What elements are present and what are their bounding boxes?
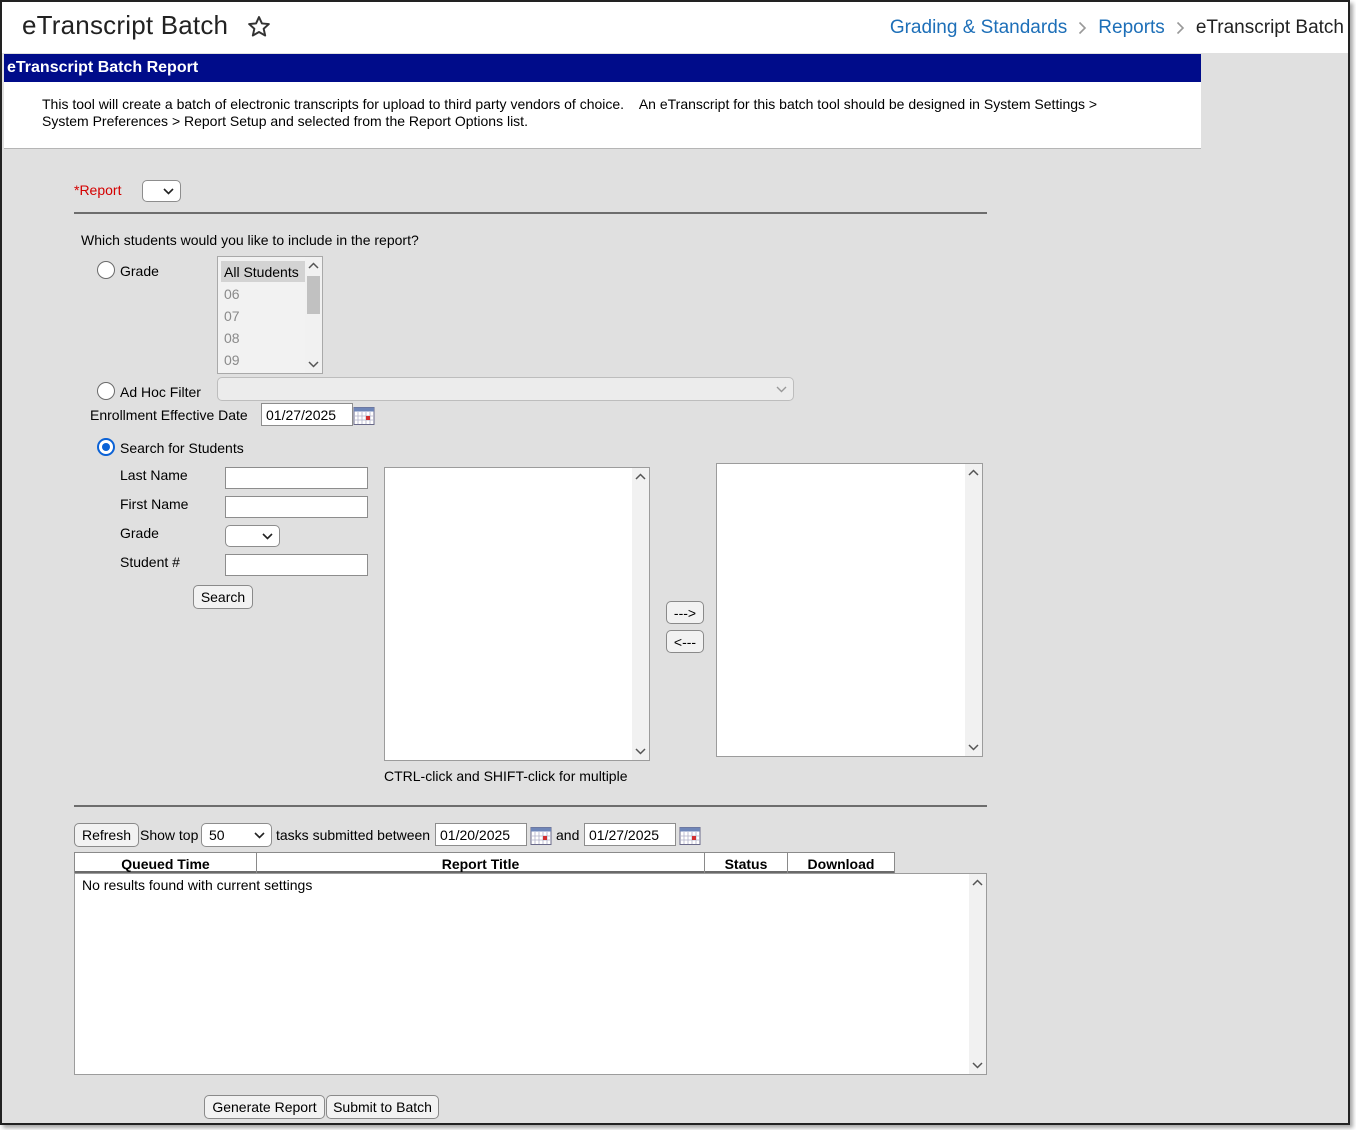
table-scrollbar[interactable] <box>969 874 986 1074</box>
grade-search-label: Grade <box>120 525 159 541</box>
calendar-icon[interactable] <box>530 826 552 846</box>
show-top-select[interactable]: 50 <box>201 823 272 847</box>
description-line-1: This tool will create a batch of electro… <box>42 96 1098 112</box>
start-date-input[interactable]: 01/20/2025 <box>435 823 527 846</box>
search-button[interactable]: Search <box>193 585 253 609</box>
batch-table-header: Queued Time Report Title Status Download <box>74 852 895 873</box>
grade-option[interactable]: 09 <box>221 349 305 370</box>
show-top-value: 50 <box>209 827 225 843</box>
report-select[interactable] <box>142 180 181 202</box>
divider <box>74 805 987 807</box>
chevron-down-icon[interactable] <box>308 361 319 368</box>
grade-option[interactable]: All Students <box>221 261 305 282</box>
chevron-down-icon <box>262 533 273 540</box>
chevron-up-icon[interactable] <box>972 879 983 886</box>
breadcrumb-grading-standards[interactable]: Grading & Standards <box>890 17 1067 39</box>
chevron-down-icon <box>776 386 787 393</box>
grade-listbox[interactable]: All Students 06 07 08 09 <box>217 256 323 374</box>
adhoc-radio-label: Ad Hoc Filter <box>120 384 201 400</box>
calendar-icon[interactable] <box>679 826 701 846</box>
last-name-input[interactable] <box>225 467 368 489</box>
search-students-label: Search for Students <box>120 440 244 456</box>
chevron-right-icon <box>1176 21 1185 35</box>
search-students-radio[interactable] <box>97 438 115 456</box>
remove-student-button[interactable]: <--- <box>666 630 704 653</box>
grade-option[interactable]: 08 <box>221 327 305 348</box>
adhoc-filter-select[interactable] <box>217 377 794 401</box>
description-line-2: System Preferences > Report Setup and se… <box>42 113 528 129</box>
chevron-down-icon[interactable] <box>968 744 979 751</box>
grade-scrollbar[interactable] <box>305 257 322 373</box>
enrollment-date-label: Enrollment Effective Date <box>90 407 248 423</box>
chevron-down-icon[interactable] <box>635 748 646 755</box>
chevron-up-icon[interactable] <box>968 469 979 476</box>
first-name-label: First Name <box>120 496 189 512</box>
batch-results-table: No results found with current settings <box>74 873 987 1075</box>
grade-radio[interactable] <box>97 261 115 279</box>
enrollment-date-input[interactable]: 01/27/2025 <box>261 403 353 426</box>
grade-option[interactable]: 06 <box>221 283 305 304</box>
breadcrumb-current: eTranscript Batch <box>1195 17 1344 38</box>
and-label: and <box>556 827 580 843</box>
show-top-label: Show top <box>140 827 199 843</box>
column-queued-time[interactable]: Queued Time <box>74 852 257 873</box>
scroll-thumb[interactable] <box>307 276 320 314</box>
multi-select-hint: CTRL-click and SHIFT-click for multiple <box>384 768 628 784</box>
add-student-button[interactable]: ---> <box>666 601 704 624</box>
empty-results-message: No results found with current settings <box>82 877 313 893</box>
page-title: eTranscript Batch <box>22 10 229 40</box>
report-label: *Report <box>74 182 122 198</box>
grade-radio-label: Grade <box>120 263 159 279</box>
app-window: eTranscript Batch Grading & Standards Re… <box>0 0 1350 1125</box>
students-question: Which students would you like to include… <box>81 232 419 248</box>
results-scrollbar[interactable] <box>632 468 649 760</box>
divider <box>74 212 987 214</box>
favorite-star-icon[interactable] <box>246 14 272 40</box>
column-report-title[interactable]: Report Title <box>257 852 705 873</box>
breadcrumb: Grading & Standards Reports eTranscript … <box>890 17 1344 39</box>
chevron-up-icon[interactable] <box>635 473 646 480</box>
column-status[interactable]: Status <box>705 852 788 873</box>
first-name-input[interactable] <box>225 496 368 518</box>
refresh-button[interactable]: Refresh <box>74 823 139 847</box>
submit-to-batch-button[interactable]: Submit to Batch <box>326 1095 439 1119</box>
selected-students-list[interactable] <box>716 463 983 757</box>
adhoc-radio[interactable] <box>97 382 115 400</box>
panel-title: eTranscript Batch Report <box>4 54 1201 82</box>
student-number-label: Student # <box>120 554 180 570</box>
grade-search-select[interactable] <box>225 525 280 547</box>
tasks-between-label: tasks submitted between <box>276 827 431 843</box>
calendar-icon[interactable] <box>353 406 375 426</box>
chevron-down-icon <box>163 188 174 195</box>
chevron-down-icon <box>254 832 265 839</box>
end-date-input[interactable]: 01/27/2025 <box>584 823 676 846</box>
panel-description: This tool will create a batch of electro… <box>4 82 1201 149</box>
column-download[interactable]: Download <box>788 852 895 873</box>
chevron-down-icon[interactable] <box>972 1062 983 1069</box>
search-results-list[interactable] <box>384 467 650 761</box>
student-number-input[interactable] <box>225 554 368 576</box>
selected-scrollbar[interactable] <box>965 464 982 756</box>
generate-report-button[interactable]: Generate Report <box>204 1095 325 1119</box>
last-name-label: Last Name <box>120 467 188 483</box>
chevron-up-icon[interactable] <box>308 262 319 269</box>
chevron-right-icon <box>1078 21 1087 35</box>
breadcrumb-reports[interactable]: Reports <box>1098 17 1165 39</box>
grade-option[interactable]: 07 <box>221 305 305 326</box>
